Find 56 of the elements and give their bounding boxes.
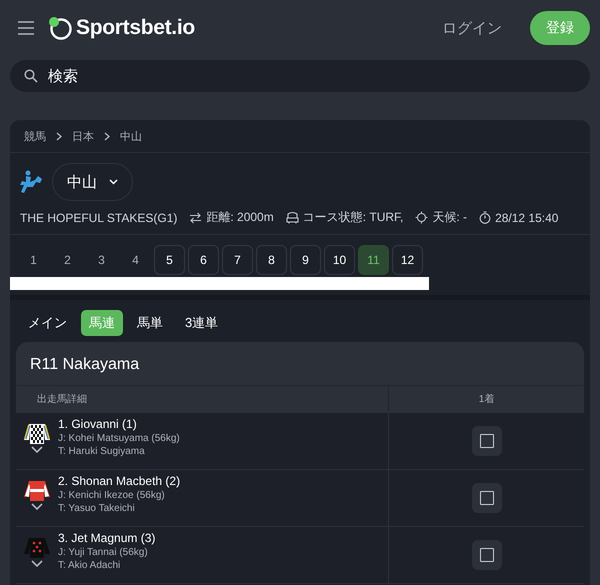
- bet-type-tab[interactable]: 馬単: [129, 310, 171, 336]
- sun-icon: [415, 211, 428, 224]
- banded-silks-icon: [24, 479, 50, 501]
- chevron-down-icon[interactable]: [31, 503, 43, 510]
- race-number-tab[interactable]: 8: [256, 245, 287, 275]
- jockey-text: J: Kohei Matsuyama (56kg): [58, 433, 180, 444]
- column-header: 1着: [388, 386, 584, 412]
- checkbox[interactable]: [480, 548, 494, 562]
- race-number-tab[interactable]: 6: [188, 245, 219, 275]
- jockey-text: J: Kenichi Ikezoe (56kg): [58, 490, 166, 501]
- venue-dropdown[interactable]: 中山: [52, 163, 133, 201]
- breadcrumb-link[interactable]: 日本: [72, 128, 94, 144]
- menu-icon[interactable]: [18, 21, 34, 35]
- bet-type-tab[interactable]: メイン: [20, 310, 75, 336]
- checkered-silks-icon: [24, 422, 50, 444]
- jockey-text: J: Yuji Tannai (56kg): [58, 547, 149, 558]
- logo-icon: [48, 16, 72, 40]
- breadcrumb-link[interactable]: 中山: [120, 128, 142, 144]
- distance-text: 距離: 2000m: [206, 209, 274, 226]
- horse-name: 2. Shonan Macbeth (2): [58, 474, 180, 488]
- search-bar[interactable]: 検索: [10, 60, 590, 92]
- dotted-silks-icon: [24, 536, 50, 558]
- logo-text: Sportsbet.io: [76, 16, 195, 40]
- chevron-right-icon: [104, 132, 110, 140]
- chevron-down-icon[interactable]: [31, 560, 43, 567]
- horse-name: 3. Jet Magnum (3): [58, 531, 156, 545]
- trainer-text: T: Akio Adachi: [58, 560, 122, 571]
- horse-name: 1. Giovanni (1): [58, 417, 138, 431]
- stopwatch-icon: [479, 211, 492, 224]
- weather-text: 天候: -: [432, 209, 468, 226]
- race-number-tab[interactable]: 9: [290, 245, 321, 275]
- race-name: THE HOPEFUL STAKES(G1): [20, 210, 178, 224]
- race-number-tab[interactable]: 10: [324, 245, 355, 275]
- swap-arrows-icon: [189, 212, 202, 224]
- search-icon: [24, 69, 38, 83]
- horse-rider-icon: [18, 170, 44, 194]
- course-text: コース状態: TURF,: [302, 209, 404, 226]
- trainer-text: T: Haruki Sugiyama: [58, 446, 146, 457]
- bet-type-tab[interactable]: 3連単: [177, 310, 226, 336]
- race-number-tab[interactable]: 12: [392, 245, 423, 275]
- checkbox[interactable]: [480, 434, 494, 448]
- race-number-tab[interactable]: 11: [358, 245, 389, 275]
- chevron-right-icon: [56, 132, 62, 140]
- breadcrumb-link[interactable]: 競馬: [24, 128, 46, 144]
- search-field[interactable]: 検索: [46, 66, 576, 86]
- checkbox[interactable]: [480, 491, 494, 505]
- race-number-tab[interactable]: 7: [222, 245, 253, 275]
- seat-icon: [286, 211, 299, 224]
- login-link[interactable]: ログイン: [434, 14, 510, 42]
- chevron-down-icon: [109, 179, 118, 185]
- trainer-text: T: Yasuo Takeichi: [58, 503, 136, 514]
- race-number-tab[interactable]: 5: [154, 245, 185, 275]
- chevron-down-icon[interactable]: [31, 446, 43, 453]
- column-header: 出走馬詳細: [36, 392, 88, 406]
- start-time: 28/12 15:40: [495, 210, 558, 224]
- scrollbar[interactable]: [10, 277, 429, 290]
